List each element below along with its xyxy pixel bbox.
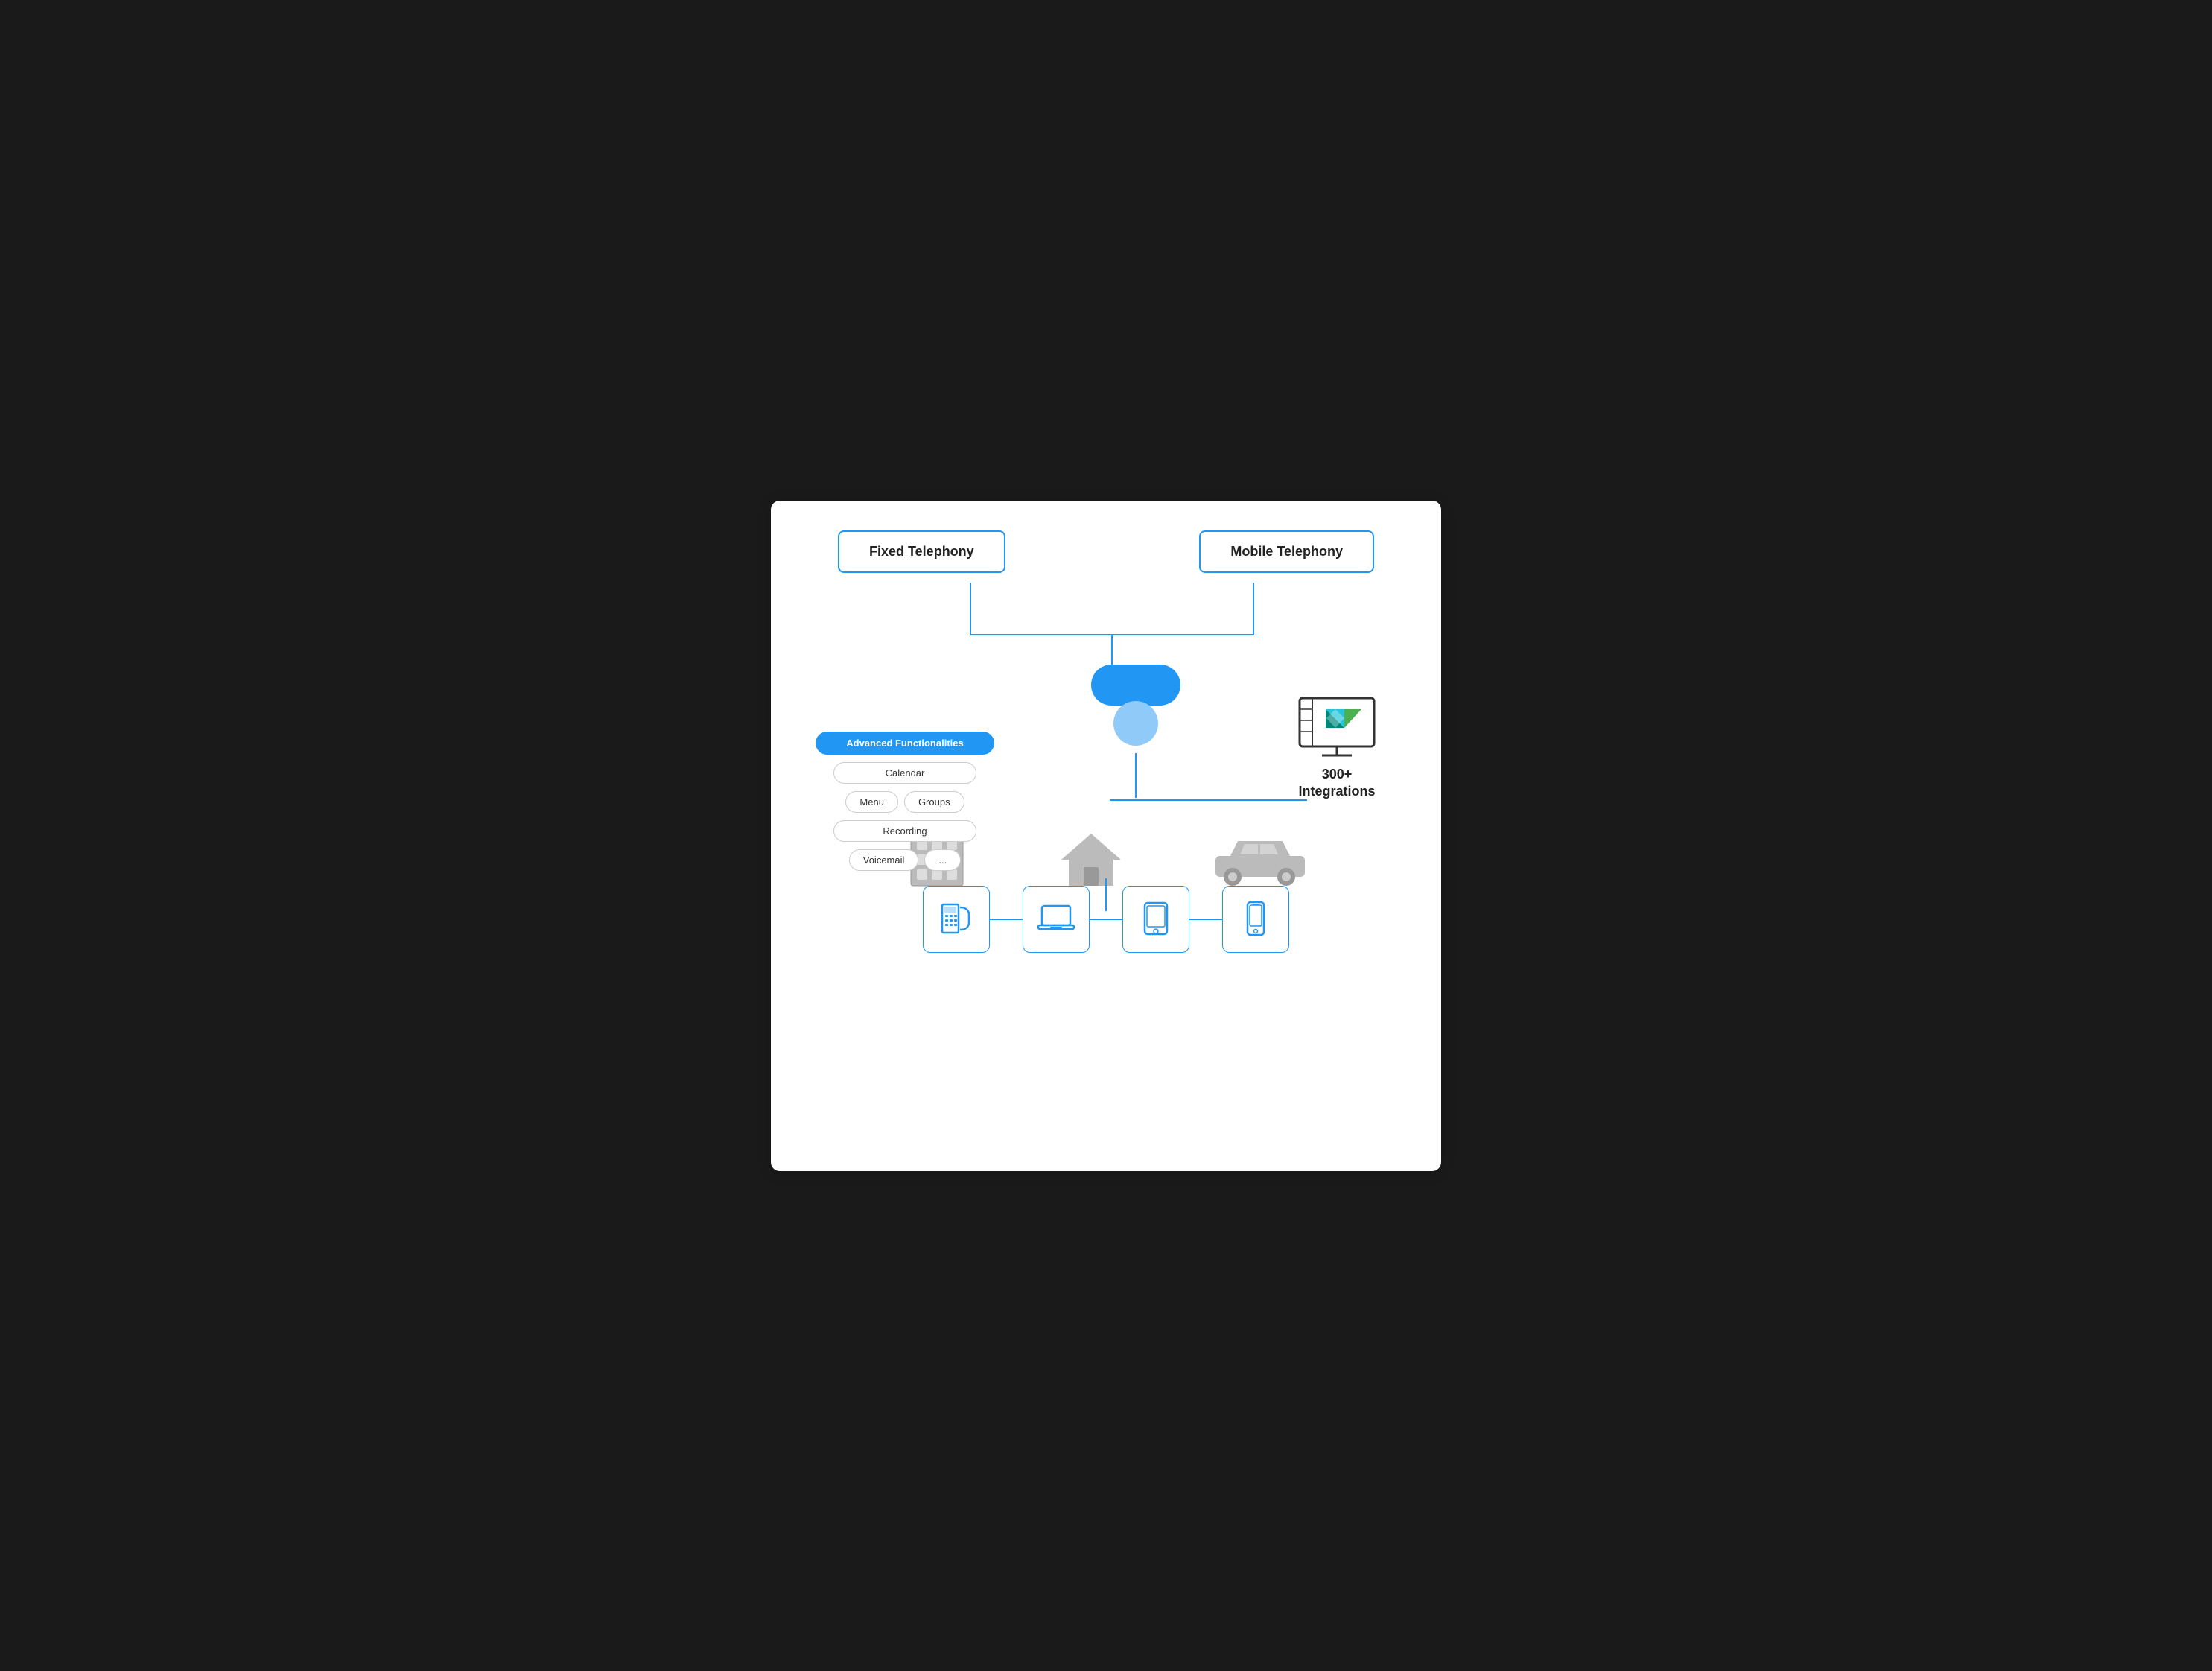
phone-blob-top	[1091, 665, 1180, 706]
integrations-col: 300+ Integrations	[1277, 694, 1396, 801]
desk-phone-icon	[936, 898, 977, 939]
calendar-pill: Calendar	[833, 762, 976, 784]
device-icons-row	[816, 886, 1396, 953]
mobile-icon	[1236, 898, 1277, 939]
voicemail-pill: Voicemail	[849, 849, 919, 871]
device-connector-3	[1189, 919, 1222, 920]
recording-pill: Recording	[833, 820, 976, 842]
diagram-container: Fixed Telephony Mobile Telephony Advance…	[771, 501, 1441, 1171]
fixed-telephony-label: Fixed Telephony	[869, 544, 974, 559]
tablet-box	[1122, 886, 1189, 953]
mobile-box	[1222, 886, 1289, 953]
laptop-icon	[1036, 898, 1077, 939]
phone-blob	[1091, 665, 1180, 746]
mobile-telephony-label: Mobile Telephony	[1230, 544, 1343, 559]
more-pill: ...	[924, 849, 961, 871]
calendar-row: Calendar	[816, 762, 994, 784]
h-connector-svg	[816, 789, 1396, 811]
center-col	[994, 665, 1277, 798]
recording-row: Recording	[816, 820, 994, 842]
device-connector-1	[990, 919, 1023, 920]
integrations-monitor-icon	[1296, 694, 1378, 761]
voicemail-row: Voicemail ...	[816, 849, 994, 871]
desk-phone-box	[923, 886, 990, 953]
phone-blob-bottom	[1113, 701, 1158, 746]
tablet-icon	[1136, 898, 1177, 939]
laptop-box	[1023, 886, 1090, 953]
integrations-count: 300+	[1322, 767, 1353, 781]
mobile-telephony-box: Mobile Telephony	[1199, 530, 1374, 573]
device-v-connector	[1105, 878, 1107, 911]
advanced-functionalities-label: Advanced Functionalities	[816, 732, 994, 755]
device-connector-2	[1090, 919, 1122, 920]
fixed-telephony-box: Fixed Telephony	[838, 530, 1005, 573]
